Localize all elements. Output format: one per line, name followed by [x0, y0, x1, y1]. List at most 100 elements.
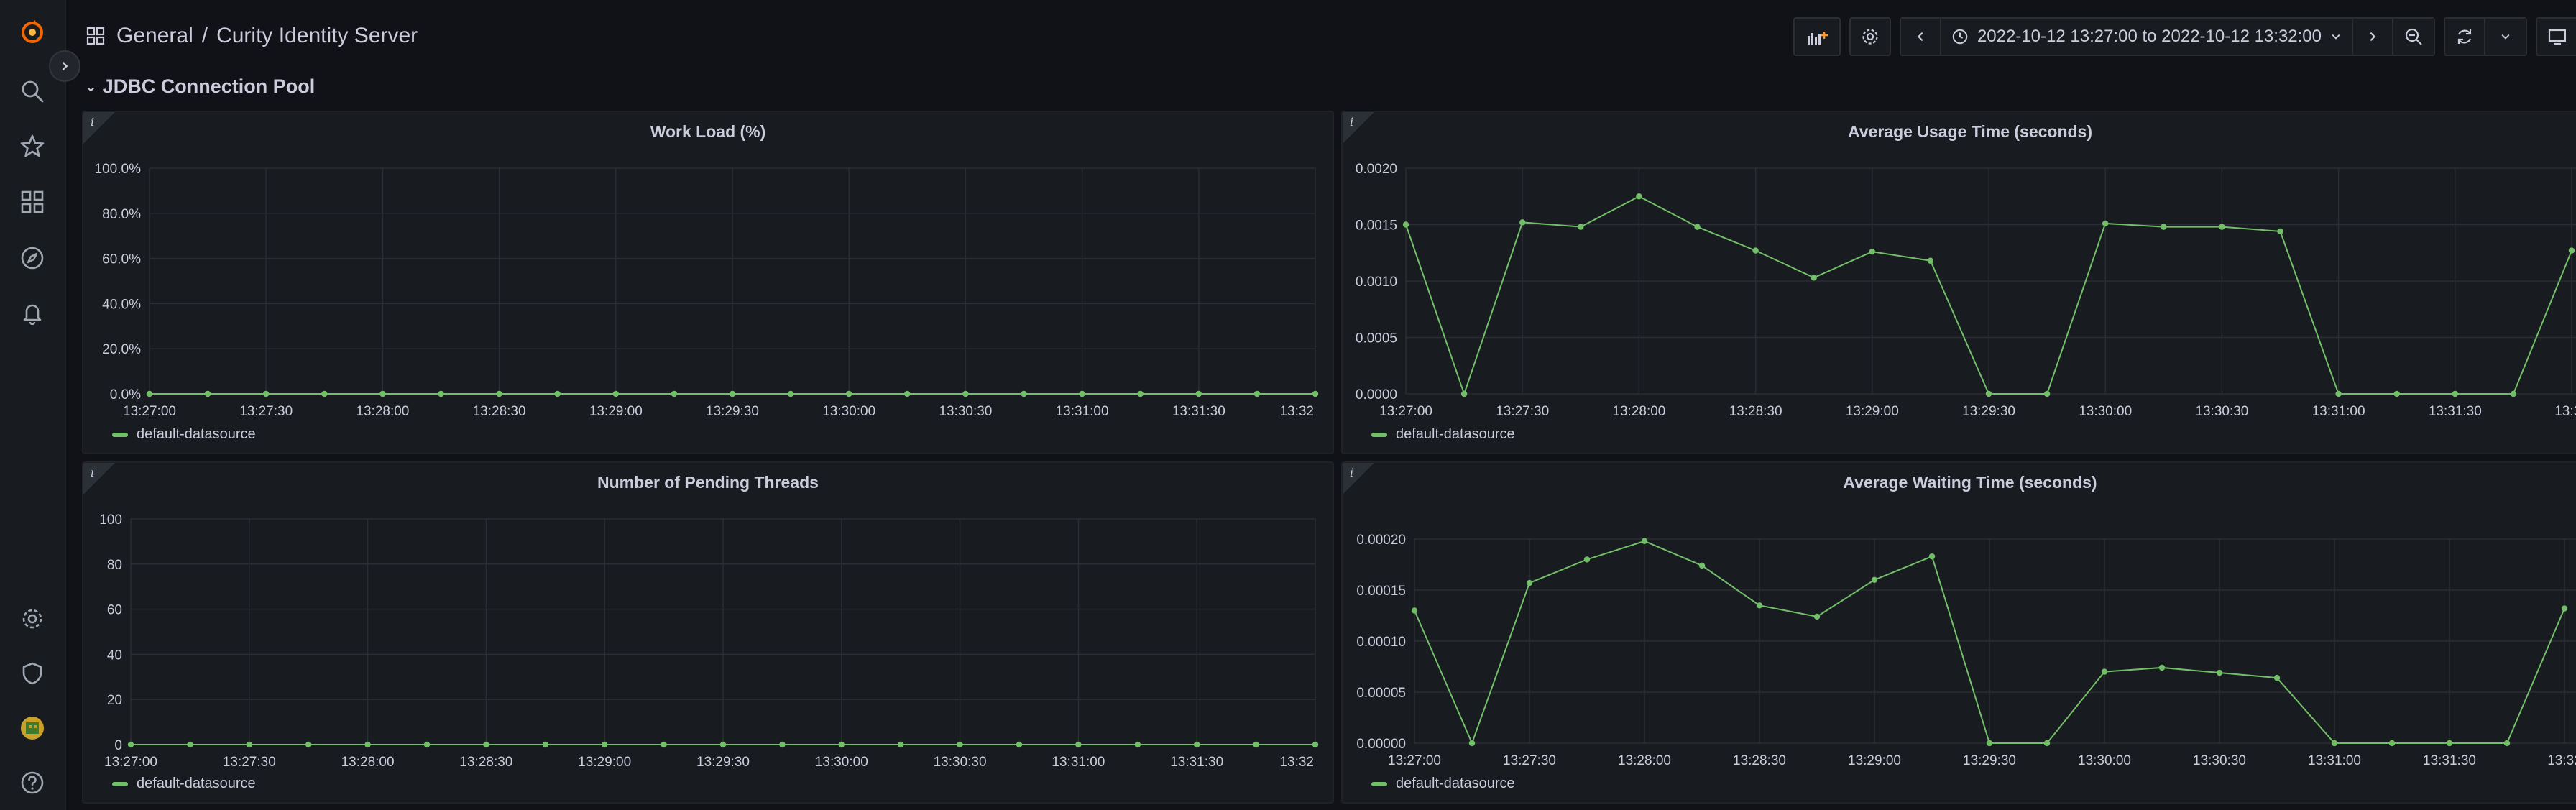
data-point[interactable] — [904, 390, 911, 397]
data-point[interactable] — [364, 741, 371, 748]
data-point[interactable] — [779, 741, 786, 748]
data-point[interactable] — [1871, 576, 1878, 583]
data-point[interactable] — [719, 741, 727, 748]
time-shift-forward-button[interactable] — [2353, 19, 2393, 55]
data-point[interactable] — [1016, 741, 1023, 748]
data-point[interactable] — [423, 741, 431, 748]
data-point[interactable] — [321, 390, 328, 397]
help-icon[interactable] — [16, 766, 49, 799]
data-point[interactable] — [2335, 390, 2342, 397]
panel-average-usage-time[interactable]: i Average Usage Time (seconds) 0.0000 0.0… — [1341, 111, 2576, 454]
data-point[interactable] — [2219, 224, 2225, 230]
panel-work-load[interactable]: i Work Load (%) 0.0% 20.0% 40.0% 60.0% 80.0%… — [82, 111, 1334, 454]
data-point[interactable] — [898, 741, 904, 748]
data-point[interactable] — [671, 390, 678, 397]
data-point[interactable] — [602, 741, 608, 748]
user-avatar[interactable] — [16, 712, 49, 745]
data-point[interactable] — [1254, 390, 1261, 397]
legend-item[interactable]: default-datasource — [112, 426, 256, 443]
data-point[interactable] — [838, 741, 845, 748]
data-point[interactable] — [661, 741, 667, 748]
dashboard-settings-button[interactable] — [1849, 17, 1891, 56]
zoom-out-button[interactable] — [2393, 19, 2434, 55]
data-point[interactable] — [1134, 741, 1141, 748]
data-point[interactable] — [1194, 741, 1200, 748]
data-point[interactable] — [1985, 390, 1992, 397]
data-point[interactable] — [2043, 740, 2051, 747]
data-point[interactable] — [2043, 390, 2051, 397]
data-point[interactable] — [1698, 562, 1706, 569]
breadcrumb-folder-link[interactable]: General — [116, 24, 193, 48]
data-point[interactable] — [1636, 193, 1642, 200]
panel-pending-threads[interactable]: i Number of Pending Threads 0 20 40 60 80 100… — [82, 461, 1334, 804]
data-point[interactable] — [1986, 740, 1993, 747]
data-point[interactable] — [1460, 390, 1468, 397]
data-point[interactable] — [1869, 248, 1875, 255]
data-point[interactable] — [1526, 579, 1533, 586]
data-point[interactable] — [1195, 390, 1202, 397]
data-point[interactable] — [2388, 740, 2396, 747]
data-point[interactable] — [2158, 664, 2166, 671]
star-icon[interactable] — [16, 129, 49, 162]
data-point[interactable] — [246, 741, 252, 748]
data-point[interactable] — [483, 741, 489, 748]
data-point[interactable] — [1079, 390, 1085, 397]
dashboards-icon[interactable] — [16, 185, 49, 218]
data-point[interactable] — [146, 390, 153, 397]
data-point[interactable] — [787, 390, 794, 397]
data-point[interactable] — [1928, 553, 1936, 560]
data-point[interactable] — [1468, 740, 1476, 747]
data-point[interactable] — [187, 741, 193, 748]
data-point[interactable] — [127, 741, 134, 748]
add-panel-button[interactable] — [1793, 17, 1841, 56]
sidebar-expand-button[interactable] — [49, 50, 80, 82]
time-range-picker[interactable]: 2022-10-12 13:27:00 to 2022-10-12 13:32:… — [1941, 19, 2353, 55]
data-point[interactable] — [554, 390, 561, 397]
search-icon[interactable] — [16, 75, 49, 108]
data-point[interactable] — [1411, 607, 1418, 614]
data-point[interactable] — [1021, 390, 1027, 397]
panel-average-waiting-time[interactable]: i Average Waiting Time (seconds) 0.00000… — [1341, 461, 2576, 804]
legend-item[interactable]: default-datasource — [1371, 776, 1515, 792]
data-point[interactable] — [438, 390, 444, 397]
data-point[interactable] — [2102, 220, 2109, 227]
data-point[interactable] — [1312, 390, 1319, 397]
data-point[interactable] — [1641, 538, 1648, 545]
data-point[interactable] — [2452, 390, 2458, 397]
data-point[interactable] — [2568, 247, 2575, 254]
data-point[interactable] — [962, 390, 969, 397]
data-point[interactable] — [2561, 605, 2568, 612]
data-point[interactable] — [1756, 602, 1763, 609]
data-point[interactable] — [2510, 390, 2517, 397]
legend-item[interactable]: default-datasource — [1371, 426, 1515, 443]
data-point[interactable] — [612, 390, 619, 397]
data-point[interactable] — [2277, 228, 2283, 235]
data-point[interactable] — [957, 741, 963, 748]
legend-item[interactable]: default-datasource — [112, 776, 256, 792]
time-shift-back-button[interactable] — [1900, 19, 1941, 55]
data-point[interactable] — [1752, 247, 1759, 254]
data-point[interactable] — [542, 741, 548, 748]
configuration-gear-icon[interactable] — [16, 602, 49, 635]
data-point[interactable] — [2446, 740, 2453, 747]
data-point[interactable] — [2393, 390, 2400, 397]
tv-mode-button[interactable] — [2536, 17, 2576, 56]
dashboard-title[interactable]: Curity Identity Server — [216, 24, 418, 48]
data-point[interactable] — [729, 390, 736, 397]
data-point[interactable] — [263, 390, 270, 397]
data-point[interactable] — [2216, 669, 2223, 676]
data-point[interactable] — [1811, 275, 1817, 281]
data-point[interactable] — [2161, 224, 2167, 230]
data-point[interactable] — [1927, 257, 1934, 264]
refresh-button[interactable] — [2445, 19, 2485, 55]
data-point[interactable] — [2273, 674, 2281, 681]
data-point[interactable] — [1075, 741, 1082, 748]
explore-compass-icon[interactable] — [16, 241, 49, 275]
data-point[interactable] — [1253, 741, 1259, 748]
row-header[interactable]: ⌄ JDBC Connection Pool — [85, 70, 315, 102]
data-point[interactable] — [380, 390, 386, 397]
data-point[interactable] — [2101, 668, 2108, 675]
data-point[interactable] — [305, 741, 312, 748]
data-point[interactable] — [1137, 390, 1144, 397]
data-point[interactable] — [846, 390, 852, 397]
